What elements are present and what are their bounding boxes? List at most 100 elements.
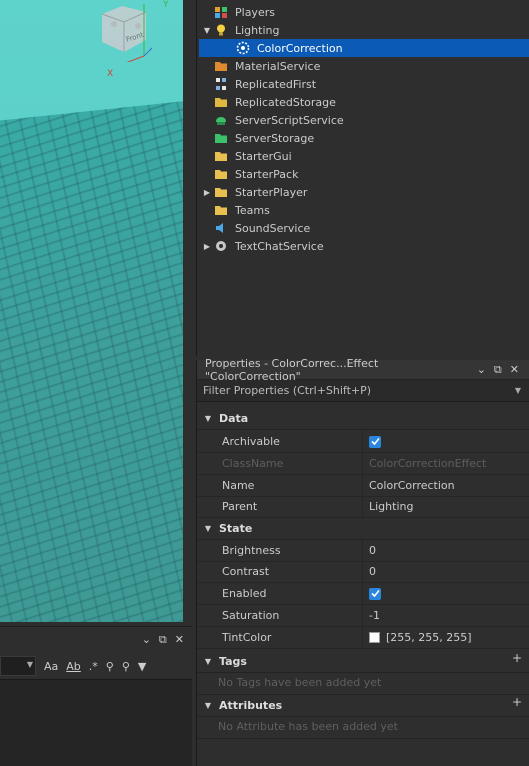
- search-next-icon[interactable]: ⚲: [122, 660, 130, 673]
- parent-field[interactable]: Lighting: [363, 500, 413, 513]
- baseplate: [0, 93, 190, 622]
- name-field[interactable]: ColorCorrection: [363, 479, 455, 492]
- match-case-button[interactable]: Aa: [44, 660, 58, 673]
- color-correction-icon: [235, 40, 251, 56]
- property-name: TintColor: [197, 627, 363, 648]
- section-attributes-label: Attributes: [219, 699, 283, 712]
- property-name: Contrast: [197, 561, 363, 582]
- section-state[interactable]: ▼ State: [197, 518, 529, 540]
- filter-icon[interactable]: ▼: [138, 660, 146, 673]
- section-tags[interactable]: ▼ Tags +: [197, 651, 529, 673]
- viewport-divider: [183, 0, 190, 622]
- chevron-down-icon: ▼: [26, 660, 33, 669]
- 3d-viewport[interactable]: Front X Y: [0, 0, 190, 622]
- filter-properties-input[interactable]: Filter Properties (Ctrl+Shift+P) ▼: [197, 380, 529, 402]
- expand-arrow-icon[interactable]: ▼: [201, 26, 213, 35]
- expand-arrow-icon[interactable]: ▶: [201, 242, 213, 251]
- starter-player-icon: [213, 184, 229, 200]
- property-name: Enabled: [197, 583, 363, 604]
- explorer-item[interactable]: ServerStorage: [197, 129, 529, 147]
- property-row-name[interactable]: Name ColorCorrection: [197, 475, 529, 497]
- view-cube[interactable]: Front: [94, 4, 154, 62]
- close-icon[interactable]: ✕: [510, 363, 519, 377]
- explorer-item-label: StarterPack: [235, 167, 299, 181]
- collapse-arrow-icon[interactable]: ▼: [197, 414, 219, 423]
- enabled-checkbox[interactable]: [369, 587, 381, 600]
- explorer-item[interactable]: MaterialService: [197, 57, 529, 75]
- undock-icon[interactable]: ⧉: [159, 633, 167, 647]
- explorer-item-label: ReplicatedFirst: [235, 77, 317, 91]
- saturation-field[interactable]: -1: [363, 609, 380, 622]
- explorer-item[interactable]: ▶ StarterPlayer: [197, 183, 529, 201]
- archivable-checkbox[interactable]: [369, 435, 381, 448]
- contrast-field[interactable]: 0: [363, 565, 376, 578]
- replicated-storage-icon: [213, 94, 229, 110]
- explorer-item[interactable]: ReplicatedStorage: [197, 93, 529, 111]
- property-row-brightness[interactable]: Brightness 0: [197, 540, 529, 562]
- property-row-tintcolor[interactable]: TintColor [255, 255, 255]: [197, 627, 529, 649]
- add-tag-icon[interactable]: +: [512, 651, 522, 665]
- scope-dropdown[interactable]: ▼: [0, 656, 36, 676]
- property-value: ColorCorrectionEffect: [369, 457, 487, 470]
- search-icon[interactable]: ⚲: [106, 660, 114, 673]
- collapse-arrow-icon[interactable]: ▼: [197, 524, 219, 533]
- properties-title: Properties - ColorCorrec...Effect "Color…: [205, 356, 379, 383]
- property-name: Archivable: [197, 431, 363, 452]
- expand-arrow-icon[interactable]: ▶: [201, 188, 213, 197]
- sound-service-icon: [213, 220, 229, 236]
- property-row-parent[interactable]: Parent Lighting: [197, 496, 529, 518]
- y-axis-label: Y: [163, 0, 169, 10]
- divider: [197, 738, 529, 739]
- filter-placeholder: Filter Properties (Ctrl+Shift+P): [203, 384, 372, 397]
- explorer-item-label: SoundService: [235, 221, 311, 235]
- tintcolor-field[interactable]: [255, 255, 255]: [386, 631, 472, 644]
- add-attribute-icon[interactable]: +: [512, 695, 522, 709]
- tint-color-swatch[interactable]: [369, 632, 380, 643]
- section-data[interactable]: ▼ Data: [197, 408, 529, 430]
- players-icon: [213, 4, 229, 20]
- property-row-contrast[interactable]: Contrast 0: [197, 561, 529, 583]
- property-name: Name: [197, 475, 363, 496]
- explorer-item[interactable]: ReplicatedFirst: [197, 75, 529, 93]
- collapse-icon[interactable]: ⌄: [142, 633, 151, 647]
- explorer-item-label: StarterPlayer: [235, 185, 308, 199]
- collapse-arrow-icon[interactable]: ▼: [197, 657, 219, 666]
- explorer-item[interactable]: SoundService: [197, 219, 529, 237]
- explorer-item-label: ServerScriptService: [235, 113, 344, 127]
- replicated-first-icon: [213, 76, 229, 92]
- material-service-icon: [213, 58, 229, 74]
- brightness-field[interactable]: 0: [363, 544, 376, 557]
- starter-pack-icon: [213, 166, 229, 182]
- whole-word-button[interactable]: Ab: [66, 660, 81, 673]
- regex-button[interactable]: .*: [89, 660, 98, 673]
- explorer-item[interactable]: ▼ Lighting: [197, 21, 529, 39]
- chevron-down-icon[interactable]: ▼: [515, 386, 529, 395]
- explorer-item-label: Players: [235, 5, 275, 19]
- attributes-empty-note: No Attribute has been added yet: [218, 720, 398, 733]
- explorer-item-label: Lighting: [235, 23, 280, 37]
- property-name: Parent: [197, 496, 363, 517]
- panel-toolbar: ▼ Aa Ab .* ⚲ ⚲ ▼: [0, 655, 192, 677]
- property-row-saturation[interactable]: Saturation -1: [197, 605, 529, 627]
- section-attributes[interactable]: ▼ Attributes +: [197, 695, 529, 717]
- explorer-item-label: MaterialService: [235, 59, 321, 73]
- explorer-item[interactable]: ColorCorrection: [199, 39, 529, 57]
- x-axis-label: X: [107, 69, 114, 79]
- explorer-item[interactable]: ▶ TextChatService: [197, 237, 529, 255]
- property-name: Brightness: [197, 540, 363, 561]
- explorer-item-label: ServerStorage: [235, 131, 315, 145]
- close-icon[interactable]: ✕: [175, 633, 184, 647]
- server-script-service-icon: [213, 112, 229, 128]
- undock-icon[interactable]: ⧉: [494, 363, 502, 377]
- explorer-item[interactable]: StarterPack: [197, 165, 529, 183]
- property-row-enabled[interactable]: Enabled: [197, 583, 529, 605]
- property-row-archivable[interactable]: Archivable: [197, 431, 529, 453]
- explorer-item[interactable]: ServerScriptService: [197, 111, 529, 129]
- explorer-item[interactable]: StarterGui: [197, 147, 529, 165]
- text-chat-service-icon: [213, 238, 229, 254]
- explorer-item[interactable]: Teams: [197, 201, 529, 219]
- explorer-item[interactable]: Players: [197, 3, 529, 21]
- explorer-item-label: StarterGui: [235, 149, 292, 163]
- collapse-arrow-icon[interactable]: ▼: [197, 701, 219, 710]
- collapse-icon[interactable]: ⌄: [477, 363, 486, 377]
